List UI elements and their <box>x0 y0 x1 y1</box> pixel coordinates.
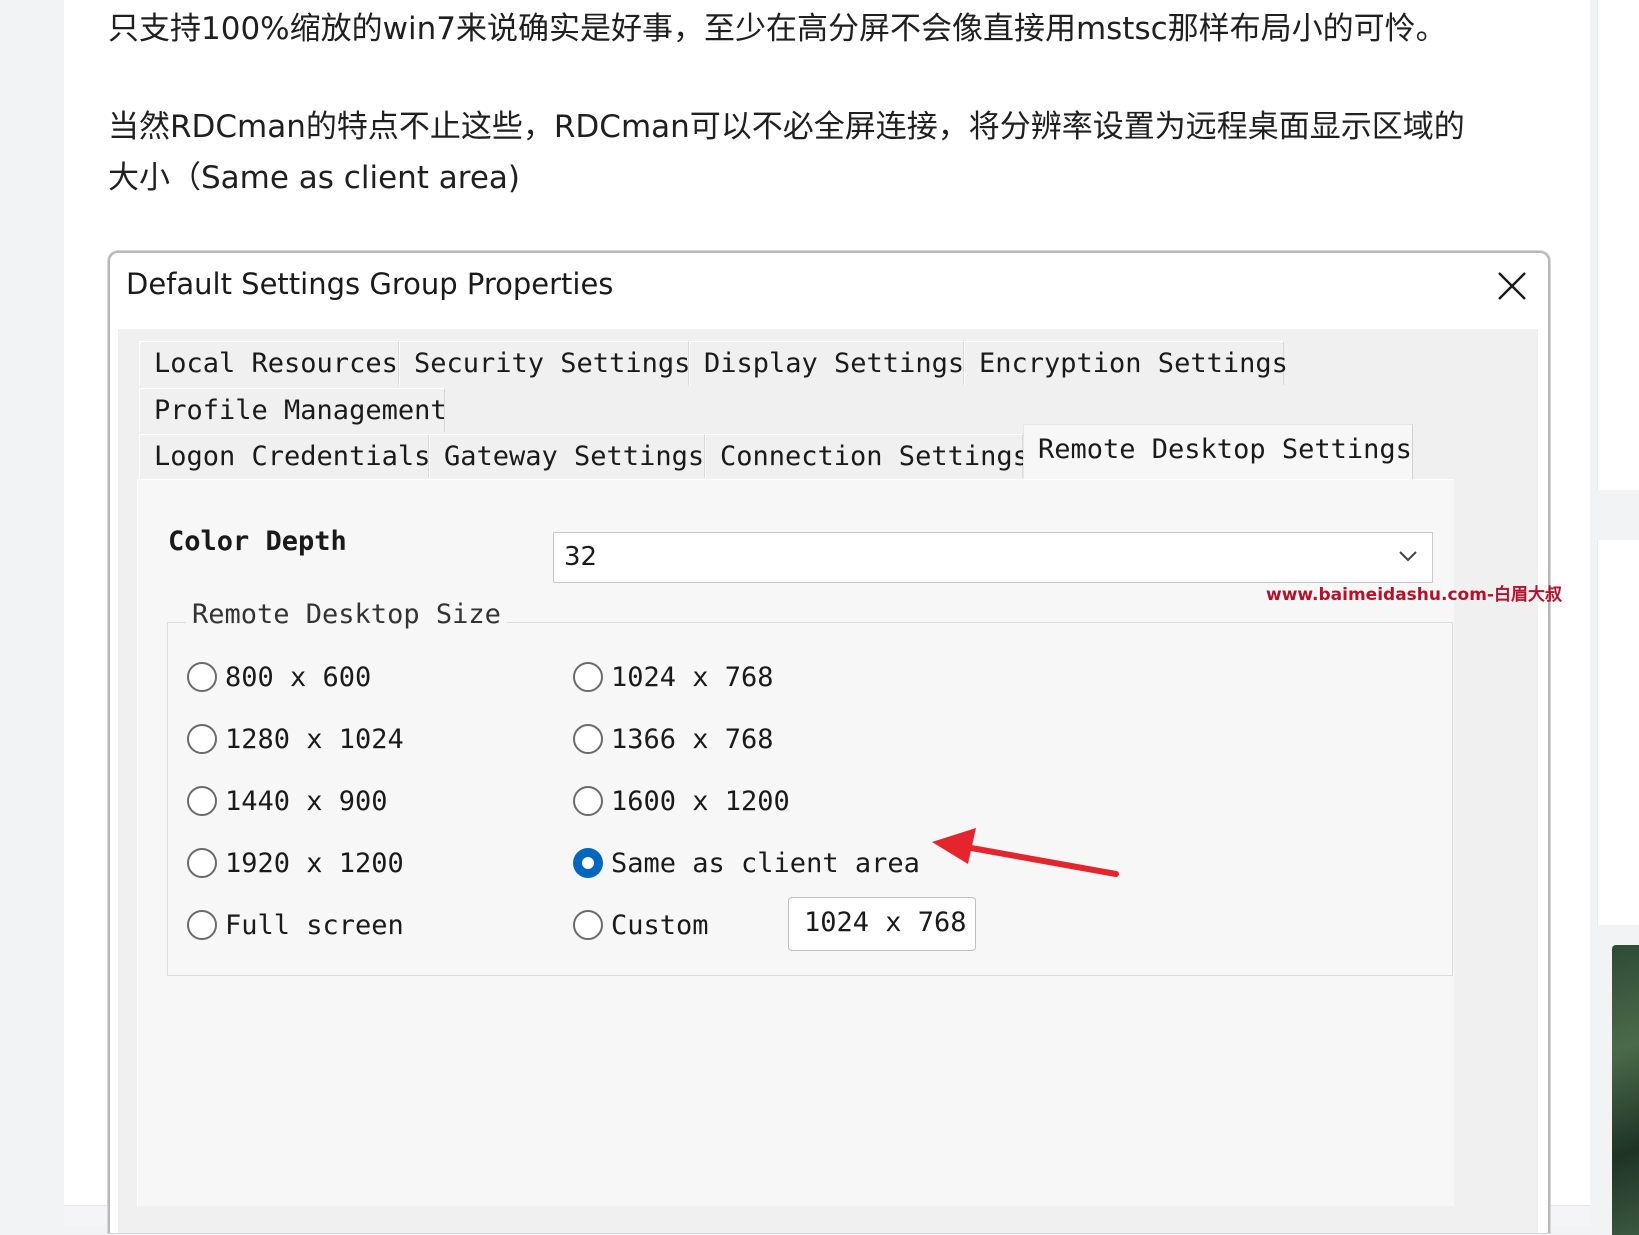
radio-label: 1280 x 1024 <box>225 723 404 755</box>
radio-button-icon <box>187 786 217 816</box>
radio-label: 1600 x 1200 <box>611 785 790 817</box>
radio-1600x1200[interactable]: 1600 x 1200 <box>573 781 790 821</box>
watermark-text: www.baimeidashu.com-白眉大叔 <box>1266 585 1562 605</box>
radio-custom[interactable]: Custom <box>573 905 709 945</box>
radio-label: 1440 x 900 <box>225 785 388 817</box>
radio-1440x900[interactable]: 1440 x 900 <box>187 781 388 821</box>
radio-button-icon <box>573 786 603 816</box>
radio-1366x768[interactable]: 1366 x 768 <box>573 719 774 759</box>
radio-same-as-client-area[interactable]: Same as client area <box>573 843 920 883</box>
chevron-down-icon <box>1399 551 1417 562</box>
radio-label: Full screen <box>225 909 404 941</box>
remote-desktop-size-legend: Remote Desktop Size <box>186 599 507 630</box>
article-paragraph-2-line-1: 当然RDCman的特点不止这些，RDCman可以不必全屏连接，将分辨率设置为远程… <box>108 109 1465 145</box>
tab-profile-management[interactable]: Profile Management <box>139 388 447 432</box>
radio-button-icon <box>573 910 603 940</box>
radio-label: Custom <box>611 909 709 941</box>
radio-button-icon <box>187 662 217 692</box>
tab-display-settings[interactable]: Display Settings <box>689 341 964 385</box>
radio-button-icon <box>573 724 603 754</box>
radio-full-screen[interactable]: Full screen <box>187 905 404 945</box>
radio-label: 1920 x 1200 <box>225 847 404 879</box>
radio-label: 800 x 600 <box>225 661 372 693</box>
close-icon <box>1498 272 1526 300</box>
red-arrow-icon <box>932 828 1119 877</box>
tab-local-resources[interactable]: Local Resources <box>139 341 399 385</box>
article-paragraph-2-line-2: 大小（Same as client area) <box>108 160 521 196</box>
radio-button-icon <box>187 848 217 878</box>
custom-size-input[interactable]: 1024 x 768 <box>788 897 976 951</box>
radio-label: 1024 x 768 <box>611 661 774 693</box>
sidebar-card-top <box>1597 0 1639 490</box>
radio-button-checked-icon <box>573 848 603 878</box>
close-button[interactable] <box>1480 259 1544 313</box>
color-depth-select[interactable]: 32 <box>553 532 1433 583</box>
radio-button-icon <box>573 662 603 692</box>
radio-label: Same as client area <box>611 847 920 879</box>
sidebar-photo <box>1612 945 1639 1235</box>
dialog-title: Default Settings Group Properties <box>126 267 614 301</box>
radio-button-icon <box>187 724 217 754</box>
tab-logon-credentials[interactable]: Logon Credentials <box>139 434 430 478</box>
radio-label: 1366 x 768 <box>611 723 774 755</box>
color-depth-value: 32 <box>564 542 598 572</box>
article-paragraph-1: 只支持100%缩放的win7来说确实是好事，至少在高分屏不会像直接用mstsc那… <box>108 11 1447 47</box>
tab-gateway-settings[interactable]: Gateway Settings <box>429 434 705 478</box>
tab-security-settings[interactable]: Security Settings <box>399 341 690 385</box>
sidebar-card-middle <box>1597 540 1639 925</box>
tab-connection-settings[interactable]: Connection Settings <box>705 434 1029 478</box>
custom-size-value: 1024 x 768 <box>804 907 967 938</box>
radio-1024x768[interactable]: 1024 x 768 <box>573 657 774 697</box>
radio-800x600[interactable]: 800 x 600 <box>187 657 371 697</box>
radio-button-icon <box>187 910 217 940</box>
radio-1280x1024[interactable]: 1280 x 1024 <box>187 719 404 759</box>
radio-1920x1200[interactable]: 1920 x 1200 <box>187 843 404 883</box>
tab-encryption-settings[interactable]: Encryption Settings <box>964 341 1288 385</box>
color-depth-label: Color Depth <box>168 526 347 557</box>
tab-remote-desktop-settings[interactable]: Remote Desktop Settings <box>1023 424 1413 480</box>
